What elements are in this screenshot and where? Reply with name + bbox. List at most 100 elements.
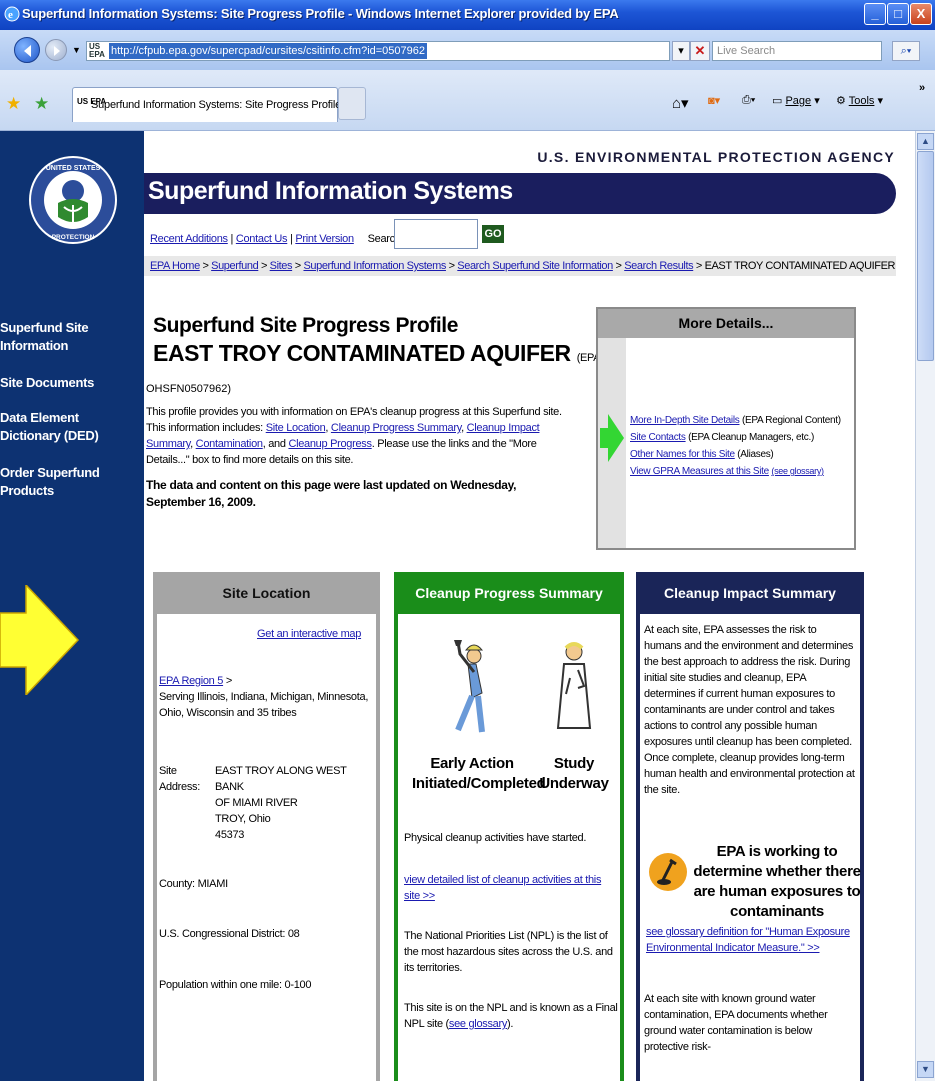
scroll-down-button[interactable]: ▼ xyxy=(917,1061,934,1078)
address-label: Site Address: xyxy=(159,763,200,795)
internet-explorer-icon: e xyxy=(4,6,20,22)
human-exposure-glossary-link-text[interactable]: see glossary definition for "Human Expos… xyxy=(646,926,850,954)
feeds-icon[interactable]: ◙▾ xyxy=(708,94,720,107)
url-dropdown-button[interactable]: ▾ xyxy=(672,41,690,61)
recent-additions-link[interactable]: Recent Additions xyxy=(150,233,228,245)
nav-order-superfund-products[interactable]: Order Superfund Products xyxy=(0,464,140,500)
cleanup-impact-title: Cleanup Impact Summary xyxy=(636,572,864,614)
go-button[interactable]: GO xyxy=(482,225,504,243)
print-version-link[interactable]: Print Version xyxy=(295,233,354,245)
study-underway-status: Study Underway xyxy=(539,755,609,792)
breadcrumb-superfund[interactable]: Superfund xyxy=(211,260,259,272)
county: County: MIAMI xyxy=(159,878,228,890)
command-overflow-chevron[interactable]: » xyxy=(919,82,925,94)
early-action-status: Early Action Initiated/Completed xyxy=(412,755,546,792)
maximize-button[interactable]: □ xyxy=(887,3,909,25)
banner-title: Superfund Information Systems xyxy=(148,177,513,205)
site-location-panel: Site Location Get an interactive map EPA… xyxy=(153,572,380,1081)
breadcrumb-search-site-information[interactable]: Search Superfund Site Information xyxy=(457,260,613,272)
more-in-depth-site-details-link[interactable]: More In-Depth Site Details xyxy=(630,415,740,426)
gpra-glossary-link[interactable]: (see glossary) xyxy=(771,466,824,476)
site-search-input[interactable] xyxy=(394,219,478,249)
contact-us-link[interactable]: Contact Us xyxy=(236,233,288,245)
close-button[interactable]: X xyxy=(910,3,932,25)
live-search-input[interactable]: Live Search xyxy=(712,41,882,61)
breadcrumb-superfund-information-systems[interactable]: Superfund Information Systems xyxy=(303,260,446,272)
forward-button[interactable] xyxy=(45,39,67,61)
cleanup-progress-link[interactable]: Cleanup Progress xyxy=(288,438,372,450)
add-favorites-icon[interactable]: ★ xyxy=(34,94,49,114)
cleanup-progress-summary-link[interactable]: Cleanup Progress Summary xyxy=(331,422,461,434)
cleanup-impact-panel: Cleanup Impact Summary At each site, EPA… xyxy=(636,572,864,1081)
home-icon[interactable]: ⌂▾ xyxy=(672,94,689,112)
url-field[interactable]: US EPA http://cfpub.epa.gov/supercpad/cu… xyxy=(86,41,670,61)
url-text[interactable]: http://cfpub.epa.gov/supercpad/cursites/… xyxy=(109,43,427,59)
svg-text:UNITED STATES: UNITED STATES xyxy=(46,165,101,172)
window-titlebar[interactable]: e Superfund Information Systems: Site Pr… xyxy=(0,0,935,30)
tools-menu-label: Tools xyxy=(848,95,875,107)
nav-superfund-site-information[interactable]: Superfund Site Information xyxy=(0,319,140,355)
nav-data-element-dictionary[interactable]: Data Element Dictionary (DED) xyxy=(0,409,140,445)
cleanup-progress-title: Cleanup Progress Summary xyxy=(394,572,624,614)
nav-site-documents[interactable]: Site Documents xyxy=(0,374,94,392)
contamination-link[interactable]: Contamination xyxy=(196,438,263,450)
nav-superfund-site-information-label: Superfund Site Information xyxy=(0,320,89,353)
gpra-measures-link[interactable]: View GPRA Measures at this Site xyxy=(630,466,769,477)
population: Population within one mile: 0-100 xyxy=(159,979,312,991)
breadcrumb-epa-home[interactable]: EPA Home xyxy=(150,260,200,272)
more-details-item: View GPRA Measures at this Site (see glo… xyxy=(630,463,841,480)
more-details-item: Other Names for this Site (Aliases) xyxy=(630,446,841,463)
physical-cleanup-text: Physical cleanup activities have started… xyxy=(404,832,587,844)
npl-glossary-link[interactable]: see glossary xyxy=(449,1018,507,1030)
cleanup-activities-link-text[interactable]: view detailed list of cleanup activities… xyxy=(404,874,601,902)
page-menu[interactable]: ▭ Page ▾ xyxy=(772,94,820,107)
human-exposure-status-icon xyxy=(649,853,687,891)
address-label-line-2: Address: xyxy=(159,781,201,793)
back-button[interactable] xyxy=(14,37,40,63)
more-details-box: More Details... More In-Depth Site Detai… xyxy=(596,307,856,550)
stop-button[interactable]: ✕ xyxy=(690,41,710,61)
svg-text:e: e xyxy=(8,9,13,21)
window-title: Superfund Information Systems: Site Prog… xyxy=(22,6,619,21)
interactive-map-link-text[interactable]: Get an interactive map xyxy=(257,628,361,640)
npl-status-text: This site is on the NPL and is known as … xyxy=(404,1002,618,1030)
site-location-title: Site Location xyxy=(153,572,380,614)
breadcrumb-sites[interactable]: Sites xyxy=(270,260,293,272)
nav-order-superfund-products-label: Order Superfund Products xyxy=(0,465,100,498)
human-exposure-glossary-link[interactable]: see glossary definition for "Human Expos… xyxy=(646,924,858,956)
green-arrow-icon xyxy=(600,414,624,462)
new-tab-button[interactable] xyxy=(338,87,366,120)
interactive-map-link[interactable]: Get an interactive map xyxy=(257,626,361,642)
serving-states: Serving Illinois, Indiana, Michigan, Min… xyxy=(159,691,369,719)
other-names-link[interactable]: Other Names for this Site xyxy=(630,449,735,460)
more-details-item: Site Contacts (EPA Cleanup Managers, etc… xyxy=(630,429,841,446)
favorites-star-icon[interactable]: ★ xyxy=(6,94,21,114)
last-updated: The data and content on this page were l… xyxy=(146,478,517,509)
tab-bar: ★ ★ US EPA Superfund Information Systems… xyxy=(0,70,935,131)
scientist-icon xyxy=(556,642,592,729)
site-address: EAST TROY ALONG WEST BANK OF MIAMI RIVER… xyxy=(215,763,375,843)
search-button[interactable]: ⌕▾ xyxy=(892,41,920,61)
epa-region-link[interactable]: EPA Region 5 xyxy=(159,675,223,687)
minimize-button[interactable]: _ xyxy=(864,3,886,25)
vertical-scrollbar[interactable]: ▲ ▼ xyxy=(915,131,935,1081)
agency-header: U.S. ENVIRONMENTAL PROTECTION AGENCY xyxy=(537,149,895,165)
print-icon[interactable]: ⎙▾ xyxy=(742,94,755,107)
other-names-note: (Aliases) xyxy=(737,449,774,460)
site-contacts-link[interactable]: Site Contacts xyxy=(630,432,686,443)
recent-pages-dropdown-icon[interactable]: ▼ xyxy=(72,45,81,55)
exposure-status: EPA is working to determine whether ther… xyxy=(693,843,861,920)
scroll-thumb[interactable] xyxy=(917,151,934,361)
region-info: EPA Region 5 > Serving Illinois, Indiana… xyxy=(159,673,369,721)
scroll-up-button[interactable]: ▲ xyxy=(917,133,934,150)
address-line: OF MIAMI RIVER xyxy=(215,797,298,809)
tools-menu[interactable]: ⚙ Tools ▾ xyxy=(836,94,883,107)
breadcrumb-search-results[interactable]: Search Results xyxy=(624,260,693,272)
cleanup-activities-link[interactable]: view detailed list of cleanup activities… xyxy=(404,872,618,904)
profile-intro-and: and xyxy=(268,438,286,450)
site-location-link[interactable]: Site Location xyxy=(266,422,326,434)
tab-site-progress-profile[interactable]: US EPA Superfund Information Systems: Si… xyxy=(72,87,341,122)
epa-seal-logo: UNITED STATES PROTECTION xyxy=(29,156,117,244)
construction-worker-icon xyxy=(454,640,485,733)
groundwater-text: At each site with known ground water con… xyxy=(644,993,828,1053)
